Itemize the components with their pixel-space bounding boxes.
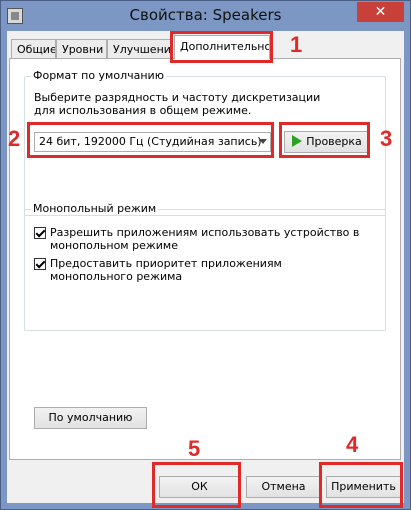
allow-exclusive-checkbox[interactable] xyxy=(34,227,46,239)
default-format-title: Формат по умолчанию xyxy=(31,69,166,82)
annotation-box-5 xyxy=(152,462,241,508)
tab-general[interactable]: Общие xyxy=(11,39,56,58)
exclusive-mode-title: Монопольный режим xyxy=(31,202,159,215)
close-button[interactable]: ✕ xyxy=(357,2,404,22)
tab-strip: Общие Уровни Улучшения Дополнительно xyxy=(7,35,404,59)
title-bar[interactable]: Свойства: Speakers ✕ xyxy=(1,1,410,31)
annotation-box-2 xyxy=(27,122,274,158)
annotation-box-4 xyxy=(319,462,403,508)
window-title: Свойства: Speakers xyxy=(129,6,282,24)
annotation-number-4: 4 xyxy=(346,432,359,457)
annotation-number-2: 2 xyxy=(8,126,21,151)
restore-defaults-button[interactable]: По умолчанию xyxy=(34,407,147,429)
tab-levels[interactable]: Уровни xyxy=(56,39,107,58)
exclusive-priority-checkbox[interactable] xyxy=(34,258,46,270)
dialog-body: Общие Уровни Улучшения Дополнительно Фор… xyxy=(7,31,404,503)
tab-enhancements[interactable]: Улучшения xyxy=(107,39,172,58)
tab-advanced[interactable]: Дополнительно xyxy=(174,35,270,59)
allow-exclusive-label: Разрешить приложениям использовать устро… xyxy=(50,226,360,252)
exclusive-priority-label: Предоставить приоритет приложениям моноп… xyxy=(50,257,282,283)
exclusive-priority-option[interactable]: Предоставить приоритет приложениям моноп… xyxy=(34,257,364,283)
advanced-panel: Формат по умолчанию Выберите разрядность… xyxy=(9,58,401,460)
default-format-description: Выберите разрядность и частоту дискретиз… xyxy=(34,91,321,117)
cancel-button[interactable]: Отмена xyxy=(246,476,321,498)
allow-exclusive-option[interactable]: Разрешить приложениям использовать устро… xyxy=(34,226,364,252)
annotation-number-3: 3 xyxy=(380,126,393,151)
annotation-box-3 xyxy=(279,122,370,158)
annotation-number-1: 1 xyxy=(290,32,303,57)
annotation-number-5: 5 xyxy=(188,436,201,461)
exclusive-mode-group: Монопольный режим Разрешить приложениям … xyxy=(24,202,386,331)
